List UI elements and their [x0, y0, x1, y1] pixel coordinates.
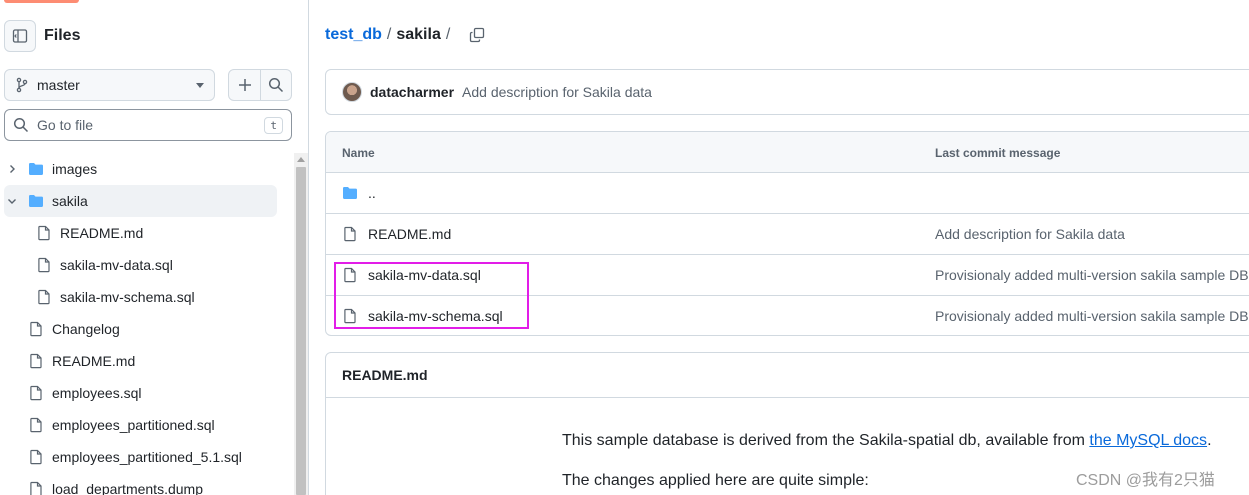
sidebar-title: Files — [44, 27, 81, 44]
file-icon — [344, 226, 356, 242]
breadcrumb-separator: / — [386, 26, 392, 43]
tree-item-label: README.md — [60, 225, 144, 241]
readme-header: README.md — [326, 353, 1249, 398]
file-icon — [38, 225, 50, 241]
plus-icon — [238, 79, 251, 91]
tree-file-item[interactable]: load_departments.dump — [0, 473, 290, 495]
watermark-text: CSDN @我有2只猫 — [1076, 472, 1215, 489]
tree-folder-item[interactable]: sakila — [4, 185, 277, 217]
go-to-file-placeholder: Go to file — [37, 117, 94, 133]
tree-item-label: images — [52, 161, 98, 177]
latest-commit-box: datacharmer Add description for Sakila d… — [325, 69, 1249, 115]
tree-file-item[interactable]: sakila-mv-data.sql — [0, 249, 290, 281]
file-tree: images sakila README.md sakila-mv-data.sql s… — [0, 153, 290, 495]
readme-title: README.md — [342, 367, 428, 383]
file-icon — [30, 417, 42, 433]
file-tree-sidebar: Files master Go to file t images sakila … — [0, 0, 309, 495]
breadcrumb-repo-link[interactable]: test_db — [325, 26, 382, 44]
copy-icon — [470, 27, 485, 43]
commit-message-link[interactable]: Add description for Sakila data — [462, 84, 652, 100]
tree-item-label: load_departments.dump — [52, 481, 203, 495]
folder-icon — [29, 195, 43, 207]
file-name-link[interactable]: .. — [368, 185, 376, 201]
search-icon — [268, 77, 284, 93]
commit-author-link[interactable]: datacharmer — [370, 84, 454, 100]
search-files-button[interactable] — [260, 70, 291, 100]
file-icon — [30, 481, 42, 495]
collapse-sidebar-button[interactable] — [4, 20, 36, 52]
tree-file-item[interactable]: README.md — [0, 217, 290, 249]
table-header: Name Last commit message — [326, 132, 1249, 173]
folder-icon — [29, 163, 43, 175]
tree-file-item[interactable]: sakila-mv-schema.sql — [0, 281, 290, 313]
tree-file-item[interactable]: Changelog — [0, 313, 290, 345]
tree-item-label: README.md — [52, 353, 136, 369]
breadcrumb-current-folder: sakila — [396, 26, 441, 43]
file-icon — [38, 257, 50, 273]
breadcrumb-separator: / — [445, 26, 451, 43]
chevron-right-icon[interactable] — [6, 163, 18, 175]
go-to-file-input[interactable]: Go to file t — [4, 109, 292, 141]
sidebar-header: Files — [4, 20, 80, 52]
scrollbar-thumb[interactable] — [296, 167, 306, 495]
file-icon — [38, 289, 50, 305]
file-icon — [30, 449, 42, 465]
keyboard-shortcut-hint: t — [264, 116, 283, 134]
sidebar-scrollbar[interactable] — [294, 153, 308, 495]
file-icon — [30, 321, 42, 337]
tree-item-label: sakila-mv-data.sql — [60, 257, 173, 273]
table-row[interactable]: .. — [326, 173, 1249, 214]
tree-item-label: sakila-mv-schema.sql — [60, 289, 195, 305]
scroll-up-arrow-icon[interactable] — [297, 157, 305, 162]
tree-file-item[interactable]: employees_partitioned_5.1.sql — [0, 441, 290, 473]
tree-file-item[interactable]: employees.sql — [0, 377, 290, 409]
commit-message-link[interactable]: Provisionaly added multi-version sakila … — [935, 308, 1249, 324]
readme-text: . — [1207, 432, 1212, 449]
readme-text: This sample database is derived from the… — [562, 432, 1090, 449]
branch-name: master — [37, 77, 80, 93]
folder-icon — [343, 187, 357, 199]
column-header-commit-message: Last commit message — [935, 146, 1061, 160]
chevron-down-icon — [196, 82, 204, 88]
search-icon — [13, 117, 29, 133]
commit-message-link[interactable]: Provisionaly added multi-version sakila … — [935, 267, 1249, 283]
readme-paragraph: This sample database is derived from the… — [562, 432, 1212, 450]
git-branch-icon — [16, 77, 28, 93]
file-actions-group — [228, 69, 292, 101]
branch-controls: master — [4, 69, 292, 101]
breadcrumb: test_db / sakila / — [325, 26, 485, 44]
tree-item-label: Changelog — [52, 321, 120, 337]
annotation-highlight-box — [334, 262, 529, 329]
commit-message-link[interactable]: Add description for Sakila data — [935, 226, 1125, 242]
tree-folder-item[interactable]: images — [0, 153, 290, 185]
tree-item-label: employees_partitioned_5.1.sql — [52, 449, 242, 465]
tree-item-label: employees.sql — [52, 385, 142, 401]
file-icon — [30, 385, 42, 401]
tree-file-item[interactable]: README.md — [0, 345, 290, 377]
sidebar-collapse-icon — [12, 29, 28, 43]
tree-file-item[interactable]: employees_partitioned.sql — [0, 409, 290, 441]
chevron-down-icon[interactable] — [6, 195, 18, 207]
tree-item-label: sakila — [52, 193, 88, 209]
mysql-docs-link[interactable]: the MySQL docs — [1089, 432, 1207, 449]
table-row[interactable]: README.md Add description for Sakila data — [326, 214, 1249, 255]
copy-path-button[interactable] — [469, 27, 485, 43]
column-header-name: Name — [342, 146, 375, 160]
file-icon — [30, 353, 42, 369]
file-name-link[interactable]: README.md — [368, 226, 451, 242]
branch-selector[interactable]: master — [4, 69, 215, 101]
add-file-button[interactable] — [229, 70, 260, 100]
readme-paragraph: The changes applied here are quite simpl… — [562, 472, 869, 489]
tree-item-label: employees_partitioned.sql — [52, 417, 215, 433]
avatar[interactable] — [342, 82, 362, 102]
